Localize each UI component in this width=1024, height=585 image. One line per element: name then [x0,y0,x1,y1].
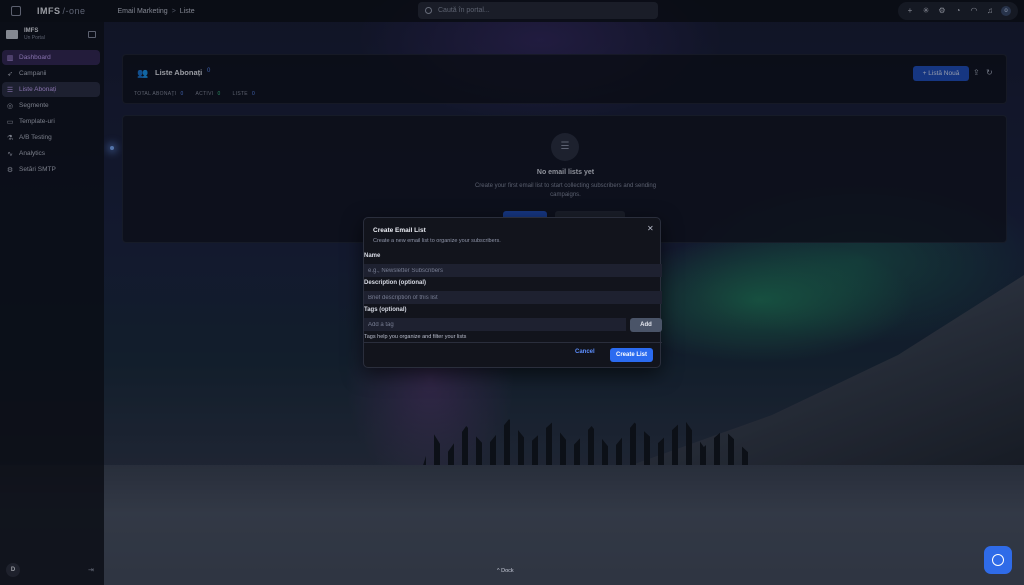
create-list-dialog: Create Email List Create a new email lis… [363,217,662,368]
dialog-title: Create Email List [373,227,426,234]
name-input[interactable] [364,264,662,277]
add-tag-button[interactable]: Add [630,318,662,332]
description-label: Description (optional) [364,280,426,286]
dialog-subtitle: Create a new email list to organize your… [373,238,501,244]
chat-button[interactable] [984,546,1012,574]
create-list-button[interactable]: Create List [610,348,653,362]
close-icon[interactable]: ✕ [647,224,654,233]
tag-input[interactable] [364,318,626,331]
dock-toggle[interactable]: ^ Dock [497,568,514,574]
tags-hint: Tags help you organize and filter your l… [364,334,467,340]
chat-icon [992,554,1004,566]
description-input[interactable] [364,291,662,304]
tags-label: Tags (optional) [364,307,407,313]
dialog-divider [364,342,662,343]
cancel-button[interactable]: Cancel [575,349,595,355]
name-label: Name [364,253,381,259]
